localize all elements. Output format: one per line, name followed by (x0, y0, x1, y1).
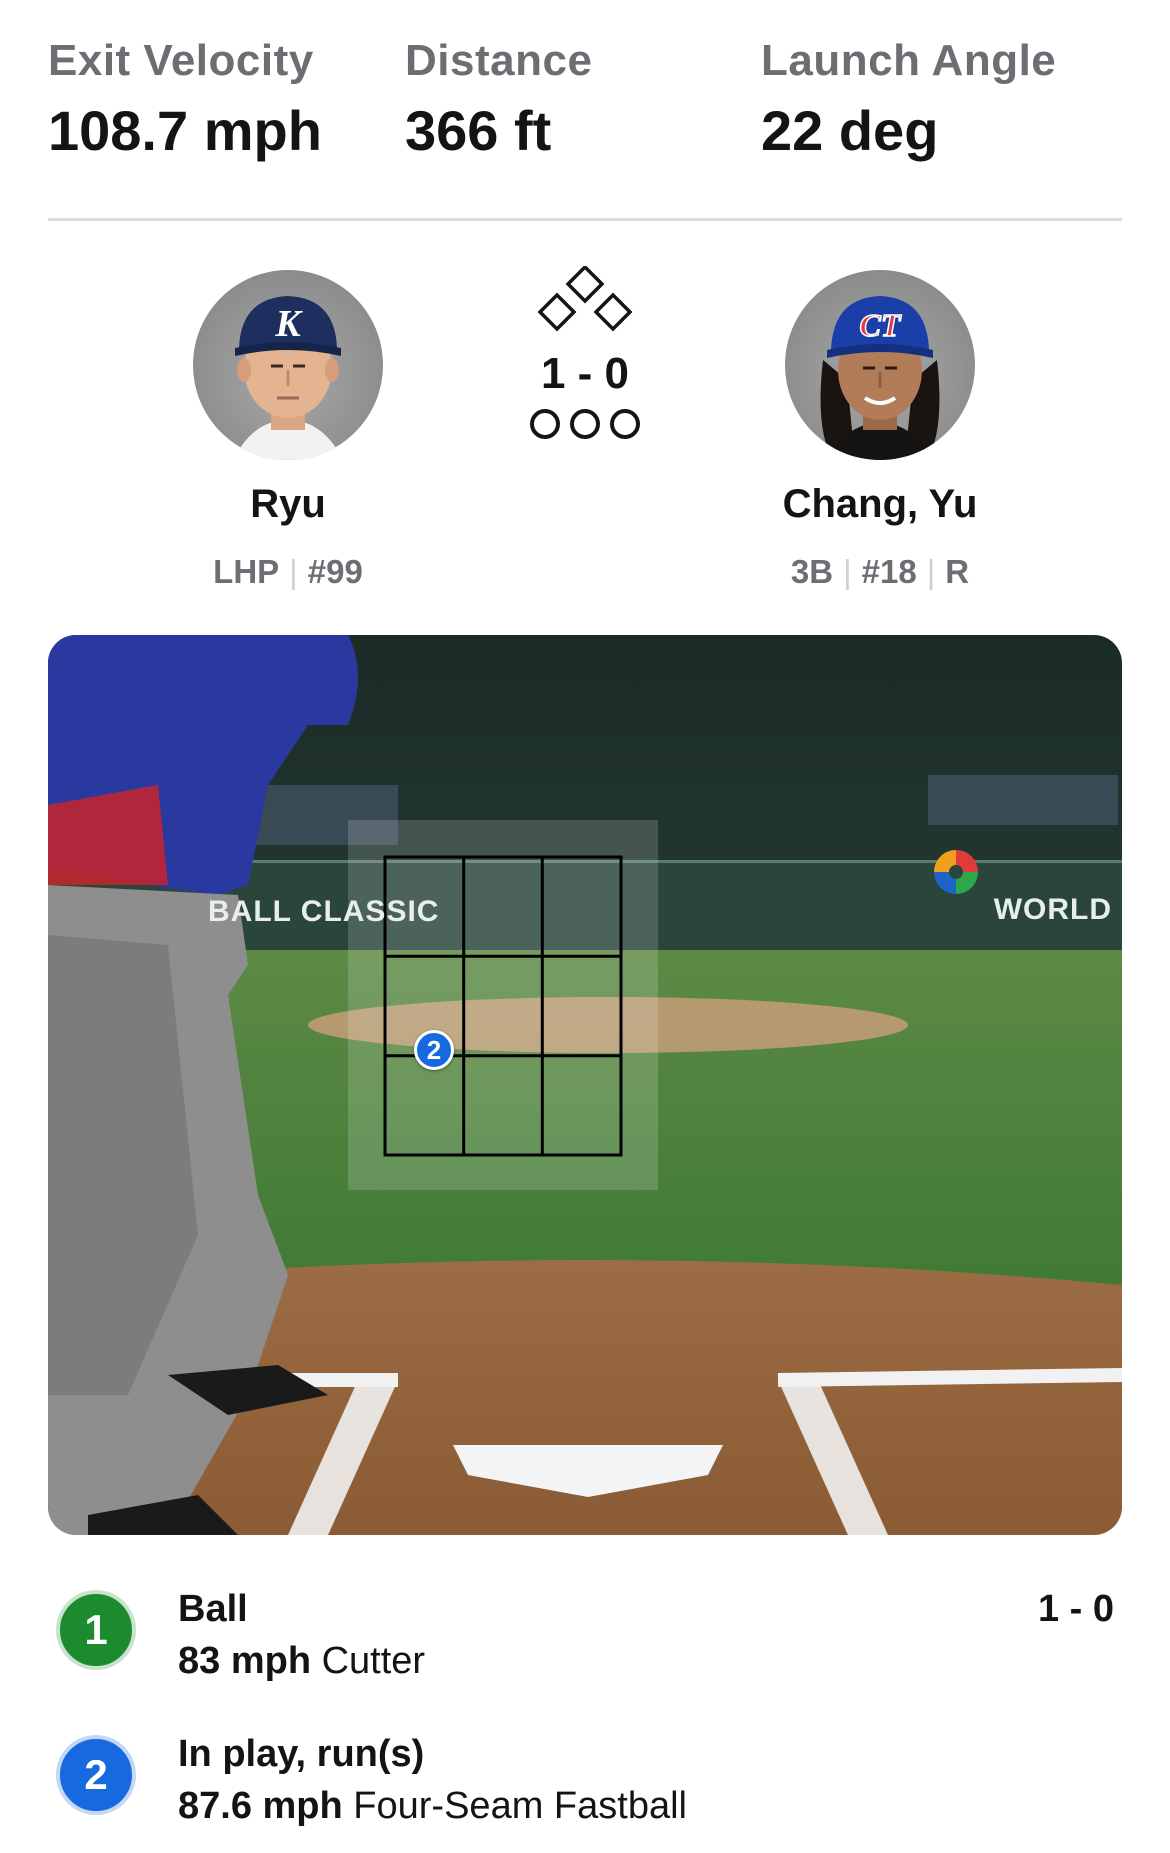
cap-logo: K (274, 303, 303, 345)
divider (48, 218, 1122, 221)
out-dot (610, 409, 640, 439)
launch-angle-stat: Launch Angle 22 deg (761, 36, 1056, 163)
pitch-number-badge: 1 (56, 1590, 136, 1670)
pitch-list-item[interactable]: 2 In play, run(s) 87.6 mph Four-Seam Fas… (48, 1733, 1122, 1845)
stat-label: Launch Angle (761, 36, 1057, 85)
pitch-detail: 83 mph Cutter (178, 1640, 425, 1683)
separator: | (843, 553, 852, 590)
pitch-result: Ball (178, 1588, 248, 1630)
stat-label: Distance (405, 36, 593, 85)
ad-banner-left: BALL CLASSIC (208, 895, 440, 928)
bases-diamond-icon (537, 264, 633, 332)
stat-value: 108.7 mph (48, 99, 322, 162)
pitcher-number: #99 (307, 553, 363, 590)
pitch-result: In play, run(s) (178, 1733, 425, 1775)
pitcher-meta: LHP | #99 (118, 553, 458, 591)
stat-label: Exit Velocity (48, 36, 314, 85)
stadium-background (48, 635, 1122, 1535)
pitch-marker-2[interactable]: 2 (414, 1030, 454, 1070)
pitcher-name: Ryu (250, 482, 326, 526)
count: 1 - 0 (540, 349, 630, 398)
separator: | (926, 553, 936, 590)
batter-name: Chang, Yu (782, 482, 978, 526)
cap-logo: CT (860, 307, 902, 343)
batter-card[interactable]: CT Chang, Yu 3B | #18 | R (710, 270, 1050, 591)
game-state: 1 - 0 (515, 264, 655, 439)
pitch-type: Cutter (321, 1640, 426, 1682)
batter-meta: 3B | #18 | R (710, 553, 1050, 591)
pitch-speed: 83 mph (178, 1640, 312, 1682)
outs-indicator (515, 409, 655, 439)
batter-number: #18 (861, 553, 917, 590)
wbc-logo-icon (934, 850, 978, 894)
pitcher-card[interactable]: K Ryu LHP | #99 (118, 270, 458, 591)
pitch-speed: 87.6 mph (178, 1785, 343, 1827)
pitch-count: 1 - 0 (1037, 1588, 1114, 1630)
pitch-detail: 87.6 mph Four-Seam Fastball (178, 1785, 687, 1828)
ad-banner-right: WORLD (993, 893, 1112, 926)
pitch-type: Four-Seam Fastball (353, 1785, 687, 1827)
distance-stat: Distance 366 ft (405, 36, 592, 163)
batter-hand: R (945, 553, 970, 590)
pitcher-avatar: K (193, 270, 383, 460)
strike-zone-view[interactable]: BALL CLASSIC WORLD 2 (48, 635, 1122, 1535)
out-dot (570, 409, 600, 439)
hit-stats: Exit Velocity 108.7 mph Distance 366 ft … (48, 36, 1122, 176)
out-dot (530, 409, 560, 439)
batter-position: 3B (790, 553, 834, 590)
batter-avatar: CT (785, 270, 975, 460)
pitch-list-item[interactable]: 1 Ball 83 mph Cutter 1 - 0 (48, 1588, 1122, 1700)
separator: | (289, 553, 298, 590)
exit-velocity-stat: Exit Velocity 108.7 mph (48, 36, 322, 163)
pitcher-position: LHP (213, 553, 280, 590)
stat-value: 22 deg (761, 99, 939, 162)
stat-value: 366 ft (405, 99, 552, 162)
pitch-number-badge: 2 (56, 1735, 136, 1815)
